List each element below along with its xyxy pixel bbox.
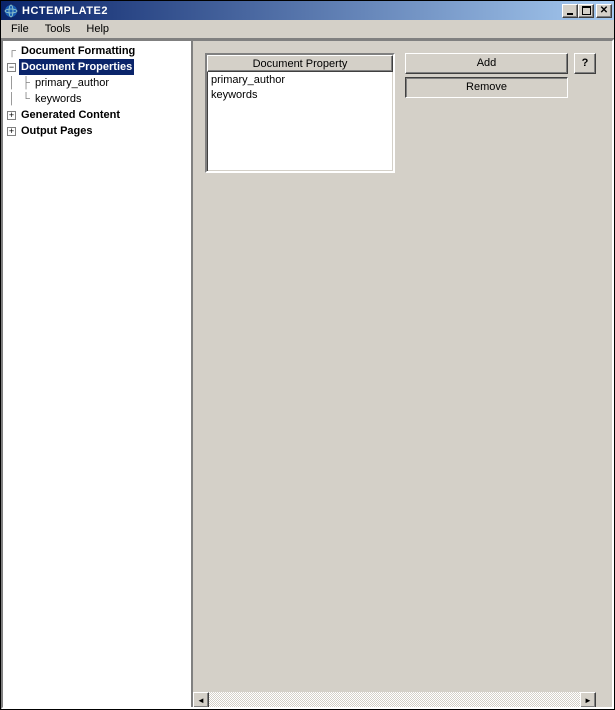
scroll-right-button[interactable]: ► xyxy=(580,692,596,708)
minimize-button[interactable] xyxy=(562,4,578,18)
tree-connector: ├ xyxy=(19,75,33,91)
add-button[interactable]: Add xyxy=(405,53,568,74)
tree-label: Document Formatting xyxy=(19,43,137,59)
close-button[interactable]: ✕ xyxy=(596,4,612,18)
remove-button[interactable]: Remove xyxy=(405,77,568,98)
content-body: Document Property primary_author keyword… xyxy=(193,41,612,691)
window-controls: ✕ xyxy=(562,4,612,18)
tree-connector: └ xyxy=(19,91,33,107)
tree-label: keywords xyxy=(33,91,83,107)
tree-connector: │ xyxy=(5,75,19,91)
tree-label: Generated Content xyxy=(19,107,122,123)
tree-connector: │ xyxy=(5,91,19,107)
tree-label: primary_author xyxy=(33,75,111,91)
expand-icon[interactable]: + xyxy=(7,111,16,120)
tree-pane[interactable]: ┌ Document Formatting − Document Propert… xyxy=(3,41,193,707)
app-window: HCTEMPLATE2 ✕ File Tools Help ┌ Document… xyxy=(0,0,615,710)
horizontal-scrollbar[interactable]: ◄ ► xyxy=(193,691,612,707)
help-button[interactable]: ? xyxy=(574,53,596,74)
titlebar[interactable]: HCTEMPLATE2 ✕ xyxy=(1,1,614,20)
scroll-track[interactable] xyxy=(209,692,580,707)
client-area: ┌ Document Formatting − Document Propert… xyxy=(1,39,614,709)
list-item[interactable]: primary_author xyxy=(207,72,393,87)
window-title: HCTEMPLATE2 xyxy=(22,5,562,17)
content-pane: Document Property primary_author keyword… xyxy=(193,41,612,707)
button-row: Add ? xyxy=(405,53,596,74)
arrow-left-icon: ◄ xyxy=(197,696,205,705)
tree-item-keywords[interactable]: │ └ keywords xyxy=(5,91,191,107)
menubar: File Tools Help xyxy=(1,20,614,39)
maximize-button[interactable] xyxy=(578,4,594,18)
property-list[interactable]: Document Property primary_author keyword… xyxy=(205,53,395,173)
tree-item-document-formatting[interactable]: ┌ Document Formatting xyxy=(5,43,191,59)
menu-tools[interactable]: Tools xyxy=(37,21,79,37)
tree-label: Document Properties xyxy=(19,59,134,75)
list-header[interactable]: Document Property xyxy=(207,55,393,72)
tree-item-primary-author[interactable]: │ ├ primary_author xyxy=(5,75,191,91)
tree-label: Output Pages xyxy=(19,123,95,139)
tree-item-output-pages[interactable]: + Output Pages xyxy=(5,123,191,139)
tree-item-generated-content[interactable]: + Generated Content xyxy=(5,107,191,123)
menu-file[interactable]: File xyxy=(3,21,37,37)
app-icon xyxy=(3,3,19,19)
menu-help[interactable]: Help xyxy=(78,21,117,37)
list-item[interactable]: keywords xyxy=(207,87,393,102)
button-column: Add ? Remove xyxy=(405,53,596,98)
tree-item-document-properties[interactable]: − Document Properties xyxy=(5,59,191,75)
expand-icon[interactable]: + xyxy=(7,127,16,136)
scroll-left-button[interactable]: ◄ xyxy=(193,692,209,708)
collapse-icon[interactable]: − xyxy=(7,63,16,72)
scroll-corner xyxy=(596,692,612,708)
arrow-right-icon: ► xyxy=(584,696,592,705)
tree-connector: ┌ xyxy=(5,43,19,59)
